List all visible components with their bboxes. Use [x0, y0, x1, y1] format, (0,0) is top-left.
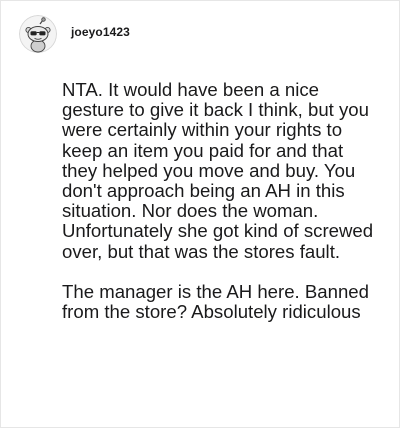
comment-header: joeyo1423 — [19, 15, 130, 53]
snoo-avatar-icon[interactable] — [19, 15, 57, 53]
comment-body: NTA. It would have been a nice gesture t… — [62, 79, 382, 323]
comment-paragraph: NTA. It would have been a nice gesture t… — [62, 79, 374, 262]
comment-author[interactable]: joeyo1423 — [71, 25, 130, 39]
comment-paragraph: The manager is the AH here. Banned from … — [62, 280, 369, 323]
comment-card: joeyo1423 NTA. It would have been a nice… — [0, 0, 400, 428]
